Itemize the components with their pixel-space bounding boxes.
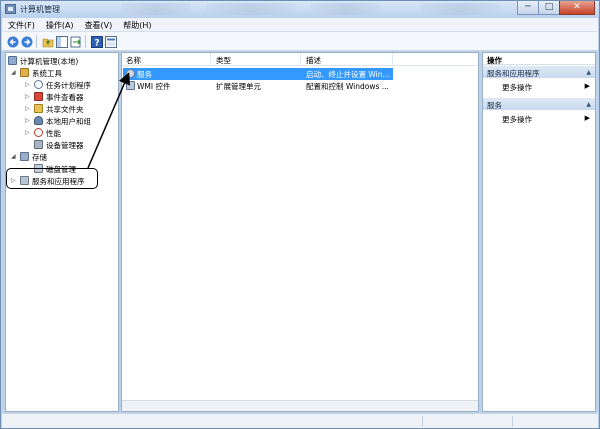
collapse-arrow-icon[interactable]: ◢ (11, 153, 16, 160)
app-window: 计算机管理 ─ □ ✕ 文件(F) 操作(A) 查看(V) 帮助(H) ? 计算… (0, 0, 600, 429)
status-bar (2, 413, 598, 428)
column-description[interactable]: 描述 (306, 55, 321, 66)
actions-pane: 操作 服务和应用程序 ▲ 更多操作 ▶ 服务 ▲ 更多操作 ▶ (482, 52, 596, 412)
event-viewer-icon (34, 92, 43, 101)
window-title: 计算机管理 (20, 5, 60, 14)
menu-view[interactable]: 查看(V) (79, 18, 118, 31)
column-type[interactable]: 类型 (216, 55, 231, 66)
forward-icon[interactable] (20, 35, 33, 48)
up-folder-icon[interactable] (41, 35, 54, 48)
menu-bar: 文件(F) 操作(A) 查看(V) 帮助(H) (2, 18, 598, 32)
menu-file[interactable]: 文件(F) (2, 18, 40, 31)
svg-text:?: ? (94, 39, 99, 49)
list-item-wmi[interactable]: WMI 控件 扩展管理单元 配置和控制 Windows ... (123, 80, 393, 92)
blurred-title-region (421, 3, 501, 15)
computer-icon (8, 56, 17, 65)
wmi-control-icon (126, 81, 135, 90)
horizontal-scrollbar[interactable] (122, 400, 478, 411)
annotation-highlight-box (6, 168, 98, 189)
results-pane: 名称 类型 描述 服务 启动、终止并设置 Win... WMI 控件 扩展管理单… (121, 52, 479, 412)
window-controls: ─ □ ✕ (517, 1, 595, 16)
shared-folder-icon (34, 104, 43, 113)
more-actions-1[interactable]: 更多操作 ▶ (483, 80, 595, 92)
maximize-button[interactable]: □ (538, 1, 560, 15)
toolbar: ? (2, 32, 598, 51)
blurred-title-region (311, 3, 381, 15)
storage-icon (20, 152, 29, 161)
column-name[interactable]: 名称 (126, 55, 141, 66)
actions-section-services[interactable]: 服务 ▲ (483, 98, 595, 110)
submenu-arrow-icon: ▶ (584, 114, 590, 122)
clock-icon (34, 80, 43, 89)
title-bar[interactable]: 计算机管理 ─ □ ✕ (1, 1, 599, 18)
expand-arrow-icon[interactable]: ▷ (25, 81, 30, 88)
collapse-triangle-icon[interactable]: ▲ (586, 101, 591, 108)
tools-icon (20, 68, 29, 77)
submenu-arrow-icon: ▶ (584, 82, 590, 90)
show-hide-tree-icon[interactable] (55, 35, 68, 48)
minimize-button[interactable]: ─ (517, 1, 539, 15)
more-actions-2[interactable]: 更多操作 ▶ (483, 112, 595, 124)
properties-icon[interactable] (104, 35, 117, 48)
menu-action[interactable]: 操作(A) (40, 18, 79, 31)
blurred-title-region (206, 3, 296, 15)
collapse-triangle-icon[interactable]: ▲ (586, 69, 591, 76)
list-header: 名称 类型 描述 (122, 53, 478, 66)
menu-help[interactable]: 帮助(H) (117, 18, 156, 31)
services-gear-icon (126, 69, 135, 78)
expand-arrow-icon[interactable]: ▷ (25, 117, 30, 124)
close-button[interactable]: ✕ (559, 1, 595, 15)
back-icon[interactable] (6, 35, 19, 48)
export-list-icon[interactable] (69, 35, 81, 48)
device-manager-icon (34, 140, 43, 149)
list-item-services[interactable]: 服务 启动、终止并设置 Win... (123, 68, 393, 80)
help-icon[interactable]: ? (90, 35, 103, 49)
users-icon (34, 116, 43, 125)
console-tree-pane: 计算机管理(本地) ◢ 系统工具 ▷ 任务计划程序 ▷ 事件查看器 ▷ 共享文件… (5, 52, 119, 412)
performance-icon (34, 128, 43, 137)
expand-arrow-icon[interactable]: ▷ (25, 105, 30, 112)
computer-management-icon (5, 4, 16, 14)
expand-arrow-icon[interactable]: ▷ (25, 129, 30, 136)
actions-section-services-apps[interactable]: 服务和应用程序 ▲ (483, 66, 595, 78)
expand-arrow-icon[interactable]: ▷ (25, 93, 30, 100)
collapse-arrow-icon[interactable]: ◢ (11, 69, 16, 76)
blurred-title-region (121, 3, 191, 15)
actions-title: 操作 (483, 53, 595, 65)
